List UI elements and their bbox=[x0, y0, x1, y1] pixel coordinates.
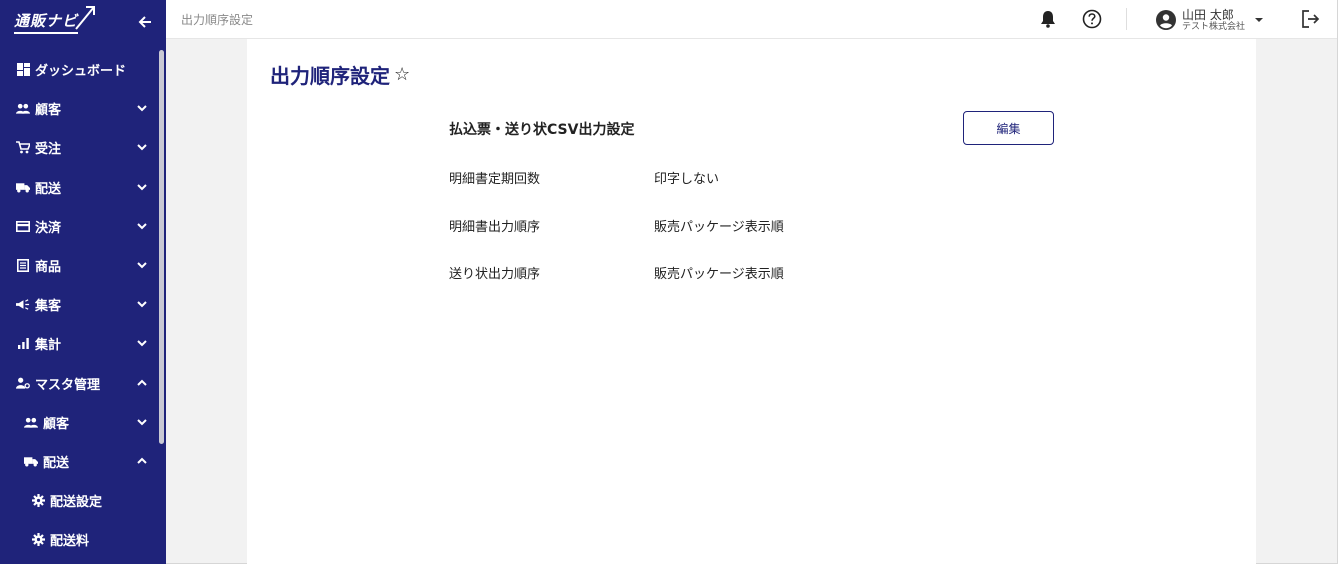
gear-icon bbox=[31, 533, 45, 547]
logo-arrow-icon bbox=[75, 6, 96, 30]
sidebar-item-payment[interactable]: 決済 bbox=[0, 207, 158, 246]
row-label: 明細書定期回数 bbox=[449, 172, 541, 187]
row-value: 販売パッケージ表示順 bbox=[654, 267, 784, 282]
sidebar-item-label: 配送 bbox=[35, 181, 62, 197]
logout-button[interactable] bbox=[1300, 9, 1320, 29]
bell-icon bbox=[1041, 11, 1055, 28]
chevron-down-icon bbox=[137, 418, 147, 426]
breadcrumb: 出力順序設定 bbox=[181, 13, 254, 27]
sidebar-item-shipping-settings[interactable]: 配送設定 bbox=[0, 481, 158, 520]
main-content: 出力順序設定 ☆ 払込票・送り状CSV出力設定 編集 明細書定期回数 印字しない… bbox=[247, 39, 1256, 564]
cart-icon bbox=[16, 141, 30, 155]
caret-down-icon bbox=[1255, 18, 1264, 22]
logo-text: 通販ナビ bbox=[14, 10, 79, 34]
section-title: 払込票・送り状CSV出力設定 bbox=[449, 122, 635, 138]
sidebar-item-dashboard[interactable]: ダッシュボード bbox=[0, 50, 158, 89]
row-label: 送り状出力順序 bbox=[449, 267, 541, 282]
logo[interactable]: 通販ナビ bbox=[14, 6, 96, 34]
chevron-up-icon bbox=[137, 379, 147, 386]
sidebar-item-analytics[interactable]: 集計 bbox=[0, 324, 158, 363]
page-title-text: 出力順序設定 bbox=[270, 64, 390, 88]
gear-icon bbox=[31, 494, 45, 508]
chevron-down-icon bbox=[137, 105, 147, 112]
help-icon bbox=[1082, 9, 1102, 29]
bar-chart-icon bbox=[16, 337, 30, 351]
row-label: 明細書出力順序 bbox=[449, 220, 541, 235]
chevron-up-icon bbox=[137, 457, 147, 464]
card-icon bbox=[16, 219, 30, 233]
favorite-star-icon[interactable]: ☆ bbox=[394, 64, 410, 85]
help-button[interactable] bbox=[1082, 9, 1102, 29]
sidebar-item-label: 集客 bbox=[35, 299, 62, 315]
sidebar-item-master-customers[interactable]: 顧客 bbox=[0, 403, 158, 442]
account-circle-icon bbox=[1156, 10, 1176, 30]
truck-icon bbox=[16, 180, 30, 194]
truck-icon bbox=[24, 454, 38, 468]
chevron-down-icon bbox=[137, 301, 147, 308]
sidebar-item-label: 決済 bbox=[35, 220, 62, 236]
logout-icon bbox=[1302, 10, 1320, 28]
chevron-down-icon bbox=[137, 340, 147, 347]
logo-row: 通販ナビ bbox=[0, 0, 166, 44]
dashboard-icon bbox=[16, 63, 30, 77]
sidebar-item-label: ダッシュボード bbox=[35, 64, 127, 80]
sidebar-item-label: 配送料 bbox=[50, 534, 90, 550]
people-icon bbox=[16, 102, 30, 116]
sidebar-item-label: 顧客 bbox=[35, 103, 62, 119]
sidebar-item-label: 受注 bbox=[35, 142, 62, 158]
sidebar-item-orders[interactable]: 受注 bbox=[0, 128, 158, 167]
people-icon bbox=[24, 415, 38, 429]
sidebar-item-label: 商品 bbox=[35, 260, 62, 276]
sidebar: 通販ナビ ダッシュボード 顧客 受注 配送 決済 商品 集客 集計 マスタ管理 … bbox=[0, 0, 166, 564]
sidebar-item-shipping[interactable]: 配送 bbox=[0, 168, 158, 207]
topbar: 出力順序設定 山田 太郎 テスト株式会社 bbox=[166, 0, 1337, 39]
sidebar-item-label: 集計 bbox=[35, 338, 62, 354]
chevron-down-icon bbox=[137, 223, 147, 230]
topbar-divider bbox=[1126, 8, 1127, 30]
user-info: 山田 太郎 テスト株式会社 bbox=[1182, 9, 1245, 32]
chevron-down-icon bbox=[137, 262, 147, 269]
sidebar-item-label: 配送 bbox=[43, 455, 70, 471]
sidebar-nav: ダッシュボード 顧客 受注 配送 決済 商品 集客 集計 マスタ管理 顧客 配送… bbox=[0, 50, 158, 559]
sidebar-item-label: マスタ管理 bbox=[35, 377, 101, 393]
megaphone-icon bbox=[16, 298, 30, 312]
user-name: 山田 太郎 bbox=[1182, 7, 1234, 22]
notification-button[interactable] bbox=[1038, 9, 1058, 29]
sidebar-scrollbar[interactable] bbox=[159, 50, 164, 444]
sidebar-item-marketing[interactable]: 集客 bbox=[0, 285, 158, 324]
row-value: 印字しない bbox=[654, 172, 720, 187]
chevron-down-icon bbox=[137, 183, 147, 190]
sidebar-item-master[interactable]: マスタ管理 bbox=[0, 364, 158, 403]
person-gear-icon bbox=[16, 376, 30, 390]
collapse-sidebar-button[interactable] bbox=[136, 13, 154, 31]
user-menu[interactable]: 山田 太郎 テスト株式会社 bbox=[1156, 6, 1264, 34]
sidebar-item-products[interactable]: 商品 bbox=[0, 246, 158, 285]
list-icon bbox=[16, 259, 30, 273]
arrow-left-icon bbox=[138, 16, 151, 28]
user-company: テスト株式会社 bbox=[1182, 21, 1246, 32]
sidebar-item-customers[interactable]: 顧客 bbox=[0, 89, 158, 128]
sidebar-item-master-shipping[interactable]: 配送 bbox=[0, 442, 158, 481]
row-value: 販売パッケージ表示順 bbox=[654, 220, 784, 235]
sidebar-item-shipping-fee[interactable]: 配送料 bbox=[0, 520, 158, 559]
page-title: 出力順序設定 ☆ bbox=[270, 60, 410, 89]
sidebar-item-label: 配送設定 bbox=[50, 495, 103, 511]
edit-button[interactable]: 編集 bbox=[963, 111, 1054, 145]
sidebar-item-label: 顧客 bbox=[43, 416, 70, 432]
chevron-down-icon bbox=[137, 144, 147, 151]
